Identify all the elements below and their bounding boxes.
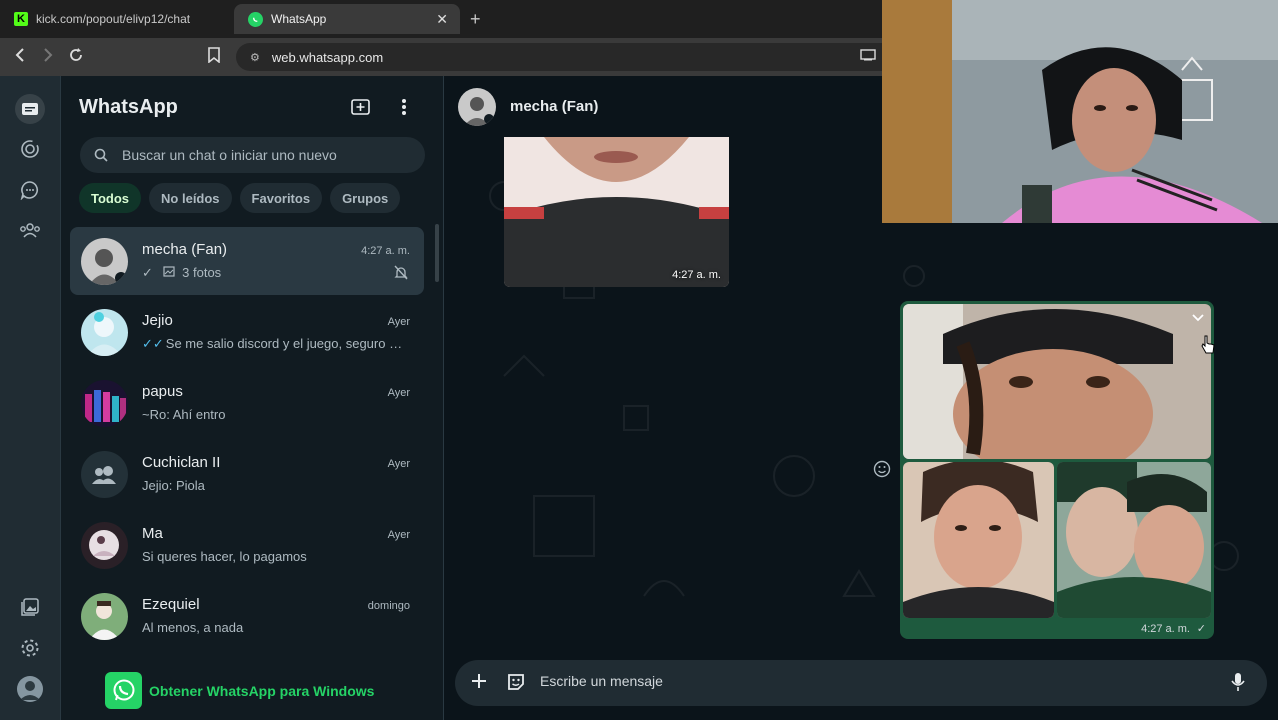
album-photo-2[interactable] (903, 462, 1054, 618)
message-composer (455, 660, 1267, 706)
tab-label: kick.com/popout/elivp12/chat (36, 12, 191, 26)
chat-preview: ✓✓ Se me salio discord y el juego, seguro… (142, 336, 407, 352)
app-rail (0, 76, 61, 720)
chat-time: 4:27 a. m. (361, 245, 410, 257)
chat-preview: Al menos, a nada (142, 620, 244, 635)
tab-label: WhatsApp (271, 12, 327, 26)
filter-chips: Todos No leídos Favoritos Grupos (79, 183, 401, 213)
filter-unread[interactable]: No leídos (149, 183, 232, 213)
avatar (81, 522, 128, 569)
chats-icon[interactable] (15, 94, 45, 124)
kick-icon: K (14, 12, 28, 26)
profile-avatar[interactable] (17, 676, 43, 702)
avatar (81, 309, 128, 356)
avatar (81, 593, 128, 640)
chat-time: Ayer (387, 387, 410, 399)
menu-icon[interactable] (401, 98, 407, 121)
url-text: web.whatsapp.com (271, 49, 384, 65)
sent-check-icon: ✓ (1196, 623, 1206, 635)
group-icon (92, 466, 116, 484)
album-photo-3[interactable] (1057, 462, 1211, 618)
search-box[interactable] (80, 137, 425, 173)
chat-time: Ayer (387, 458, 410, 470)
browser-tab-bar: K kick.com/popout/elivp12/chat WhatsApp … (0, 0, 882, 38)
message-photo[interactable]: 4:27 a. m. (504, 137, 729, 287)
chat-time: Ayer (387, 316, 410, 328)
webcam-overlay (882, 0, 1278, 223)
bookmark-icon[interactable] (207, 47, 221, 68)
sent-check-icon: ✓ (142, 265, 153, 280)
chat-name: mecha (Fan) (142, 241, 228, 258)
status-icon[interactable] (17, 136, 43, 162)
filter-favorites[interactable]: Favoritos (239, 183, 323, 213)
chat-row-papus[interactable]: papus Ayer ~Ro: Ahí entro (70, 369, 424, 437)
cast-icon[interactable] (860, 49, 876, 64)
forward-icon[interactable] (42, 47, 54, 68)
message-time: 4:27 a. m. (672, 269, 721, 281)
album-photo-1[interactable] (903, 304, 1211, 459)
avatar (81, 380, 128, 427)
chat-preview: Jejio: Piola (142, 478, 205, 493)
avatar (81, 238, 128, 285)
preview-text: Se me salio discord y el juego, seguro s… (165, 336, 407, 351)
chat-preview: ~Ro: Ahí entro (142, 407, 226, 422)
chat-name: Cuchiclan II (142, 454, 221, 471)
chat-row-ma[interactable]: Ma Ayer Si queres hacer, lo pagamos (70, 511, 424, 579)
emoji-reaction-icon[interactable] (873, 460, 891, 483)
new-tab-button[interactable]: + (470, 9, 481, 30)
sticker-icon[interactable] (506, 672, 526, 697)
chat-name: Ma (142, 525, 163, 542)
close-icon[interactable]: ✕ (436, 11, 448, 28)
app-title: WhatsApp (79, 96, 178, 118)
hand-cursor-icon (1201, 335, 1215, 360)
photo-album-message[interactable]: 4:27 a. m. ✓ (900, 301, 1214, 639)
whatsapp-icon (248, 11, 263, 27)
channels-icon[interactable] (17, 177, 43, 203)
filter-groups[interactable]: Grupos (330, 183, 401, 213)
site-settings-icon[interactable]: ⚙ (250, 51, 260, 64)
preview-text: 3 fotos (182, 265, 222, 280)
reload-icon[interactable] (68, 47, 84, 68)
settings-icon[interactable] (17, 635, 43, 661)
search-icon (94, 148, 108, 162)
whatsapp-logo-icon (105, 672, 142, 709)
chat-time: domingo (367, 600, 410, 612)
muted-icon (394, 265, 408, 285)
read-receipt-icon: ✓✓ (142, 336, 164, 351)
tab-whatsapp[interactable]: WhatsApp ✕ (234, 4, 460, 34)
chevron-down-icon[interactable] (1191, 310, 1205, 328)
microphone-icon[interactable] (1231, 672, 1245, 697)
chat-name: Jejio (142, 312, 173, 329)
chat-preview: Si queres hacer, lo pagamos (142, 549, 307, 564)
tab-kick-chat[interactable]: K kick.com/popout/elivp12/chat (0, 4, 232, 34)
contact-avatar[interactable] (458, 88, 496, 126)
chat-row-ezequiel[interactable]: Ezequiel domingo Al menos, a nada (70, 582, 424, 650)
message-input[interactable] (540, 673, 1190, 689)
get-whatsapp-banner[interactable]: Obtener WhatsApp para Windows (105, 672, 374, 709)
search-input[interactable] (122, 147, 412, 163)
address-bar[interactable]: ⚙ web.whatsapp.com (236, 43, 882, 71)
message-time: 4:27 a. m. (1141, 623, 1190, 635)
get-whatsapp-link[interactable]: Obtener WhatsApp para Windows (149, 683, 374, 699)
chat-row-jejio[interactable]: Jejio Ayer ✓✓ Se me salio discord y el ju… (70, 298, 424, 366)
chat-list-scrollbar[interactable] (435, 224, 439, 282)
contact-name: mecha (Fan) (510, 98, 599, 115)
filter-all[interactable]: Todos (79, 183, 142, 213)
chat-row-mecha[interactable]: mecha (Fan) 4:27 a. m. ✓ 3 fotos (70, 227, 424, 295)
chat-name: papus (142, 383, 183, 400)
communities-icon[interactable] (17, 217, 43, 243)
chat-name: Ezequiel (142, 596, 200, 613)
new-chat-icon[interactable] (351, 98, 371, 121)
browser-toolbar: ⚙ web.whatsapp.com (0, 38, 882, 76)
media-icon[interactable] (17, 594, 43, 620)
chat-row-cuchiclan[interactable]: Cuchiclan II Ayer Jejio: Piola (70, 440, 424, 508)
photo-icon (162, 265, 179, 280)
chat-preview: ✓ 3 fotos (142, 265, 407, 281)
back-icon[interactable] (14, 47, 26, 68)
chat-time: Ayer (387, 529, 410, 541)
avatar (81, 451, 128, 498)
chat-list-panel: WhatsApp Todos No leídos Favoritos Grupo… (61, 76, 444, 720)
attach-plus-icon[interactable] (470, 672, 488, 695)
